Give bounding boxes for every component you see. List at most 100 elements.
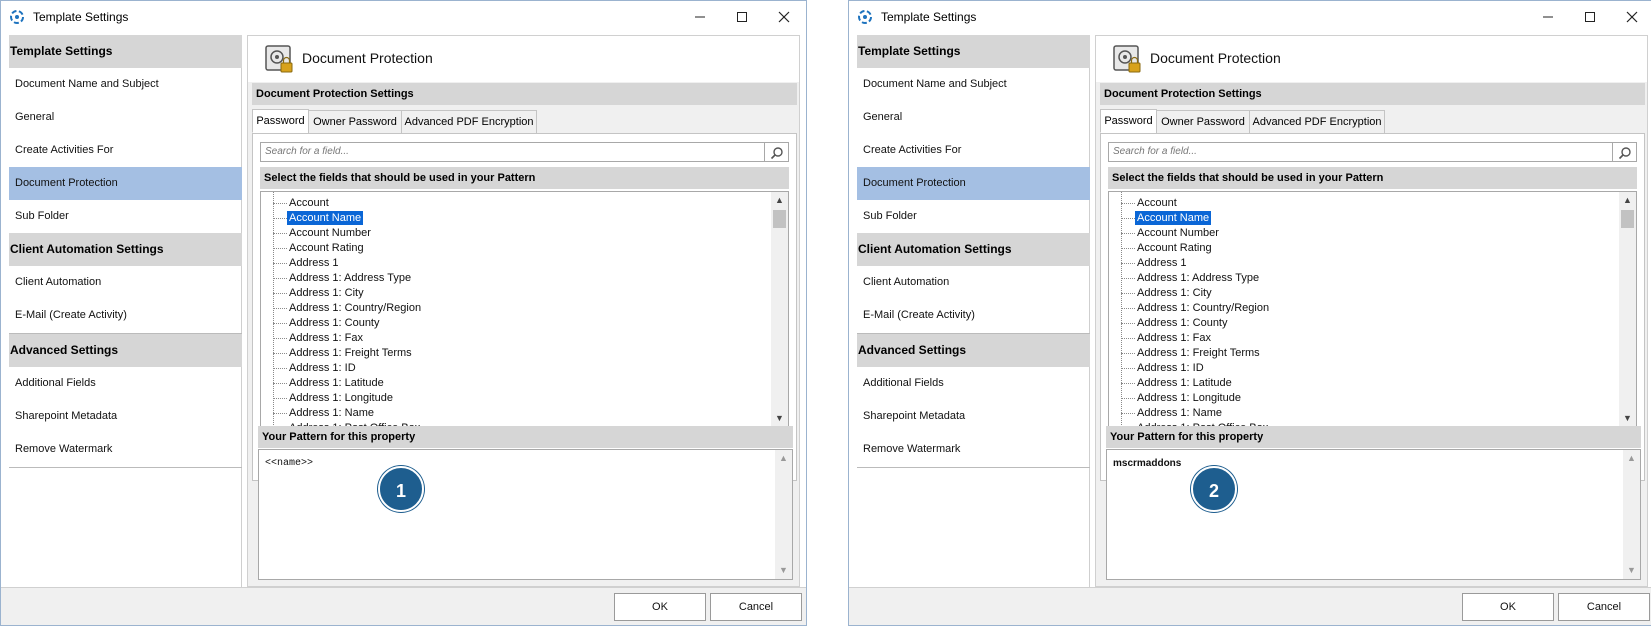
field-item[interactable]: Account Number [287,226,373,240]
ok-button[interactable]: OK [1462,593,1554,621]
field-item[interactable]: Address 1: Address Type [1135,271,1261,285]
field-item[interactable]: Address 1: ID [1135,361,1206,375]
field-item[interactable]: Address 1: City [287,286,366,300]
field-item[interactable]: Address 1: Freight Terms [287,346,414,360]
sidebar-item-sub-folder[interactable]: Sub Folder [9,200,242,233]
field-item[interactable]: Address 1: Name [1135,406,1224,420]
field-item[interactable]: Address 1 [1135,256,1189,270]
field-item[interactable]: Address 1: Longitude [287,391,395,405]
field-item[interactable]: Account Rating [1135,241,1214,255]
field-item[interactable]: Account Name [287,211,364,225]
field-item[interactable]: Address 1 [287,256,341,270]
tab-owner-password[interactable]: Owner Password [1156,110,1250,134]
field-list-scrollbar[interactable]: ▲ ▼ [771,192,788,427]
field-tree[interactable]: Account Account Name Account Number Account… [260,191,789,428]
field-item[interactable]: Address 1: County [1135,316,1230,330]
sidebar-item-create-activities-for[interactable]: Create Activities For [857,134,1090,167]
sidebar-item-create-activities-for[interactable]: Create Activities For [9,134,242,167]
search-input[interactable]: Search for a field... [1108,142,1613,162]
tab-advanced-pdf-encryption[interactable]: Advanced PDF Encryption [401,110,537,134]
sidebar-item-remove-watermark[interactable]: Remove Watermark [9,433,242,466]
search-input[interactable]: Search for a field... [260,142,765,162]
tab-password[interactable]: Password [1100,109,1157,133]
maximize-button[interactable] [1574,5,1606,29]
sidebar-item-document-protection[interactable]: Document Protection [9,167,242,200]
sidebar-item-client-automation[interactable]: Client Automation [857,266,1090,299]
step-badge: 1 [378,466,424,512]
scroll-thumb[interactable] [1621,210,1634,228]
sidebar-item-general[interactable]: General [857,101,1090,134]
tree-connector [1121,293,1135,294]
tab-owner-password[interactable]: Owner Password [308,110,402,134]
minimize-icon [1543,16,1553,18]
sidebar-item-sub-folder[interactable]: Sub Folder [857,200,1090,233]
safe-lock-icon [265,45,293,73]
tree-connector [1121,353,1135,354]
title-bar: Template Settings [849,1,1651,33]
pattern-scrollbar[interactable]: ▲ ▼ [1623,450,1640,579]
cancel-button[interactable]: Cancel [710,593,802,621]
tab-advanced-pdf-encryption[interactable]: Advanced PDF Encryption [1249,110,1385,134]
ok-button[interactable]: OK [614,593,706,621]
sidebar-item-document-protection[interactable]: Document Protection [857,167,1090,200]
scroll-down-icon[interactable]: ▼ [775,562,792,579]
pattern-textarea[interactable]: <<name>> ▲ ▼ [258,449,793,580]
window-title: Template Settings [33,10,129,24]
minimize-button[interactable] [1532,5,1564,29]
scroll-down-icon[interactable]: ▼ [771,410,788,427]
field-item[interactable]: Address 1: Latitude [1135,376,1234,390]
search-button[interactable] [1613,142,1637,162]
field-item[interactable]: Account Number [1135,226,1221,240]
pattern-scrollbar[interactable]: ▲ ▼ [775,450,792,579]
scroll-up-icon[interactable]: ▲ [1623,450,1640,467]
field-item[interactable]: Address 1: Name [287,406,376,420]
tab-password[interactable]: Password [252,109,309,133]
field-item[interactable]: Address 1: Freight Terms [1135,346,1262,360]
search-button[interactable] [765,142,789,162]
title-bar: Template Settings [1,1,806,33]
field-list-scrollbar[interactable]: ▲ ▼ [1619,192,1636,427]
scroll-up-icon[interactable]: ▲ [771,192,788,209]
pattern-textarea[interactable]: mscrmaddons ▲ ▼ [1106,449,1641,580]
field-item[interactable]: Account [287,196,331,210]
field-item[interactable]: Address 1: Address Type [287,271,413,285]
sidebar-section-client-automation-settings: Client Automation Settings [9,233,242,266]
field-item[interactable]: Address 1: City [1135,286,1214,300]
maximize-button[interactable] [726,5,758,29]
tree-connector [1121,413,1135,414]
minimize-button[interactable] [684,5,716,29]
field-item[interactable]: Address 1: County [287,316,382,330]
field-item[interactable]: Address 1: Country/Region [287,301,423,315]
scroll-down-icon[interactable]: ▼ [1619,410,1636,427]
tree-line [1121,192,1122,427]
scroll-up-icon[interactable]: ▲ [775,450,792,467]
cancel-button[interactable]: Cancel [1558,593,1650,621]
scroll-thumb[interactable] [773,210,786,228]
field-item[interactable]: Address 1: Fax [287,331,365,345]
sidebar-item-general[interactable]: General [9,101,242,134]
sidebar-item-document-name-and-subject[interactable]: Document Name and Subject [9,68,242,101]
sidebar-item-client-automation[interactable]: Client Automation [9,266,242,299]
sidebar-item-sharepoint-metadata[interactable]: Sharepoint Metadata [857,400,1090,433]
field-item[interactable]: Account [1135,196,1179,210]
field-item[interactable]: Address 1: Latitude [287,376,386,390]
sidebar-item-remove-watermark[interactable]: Remove Watermark [857,433,1090,466]
close-button[interactable] [1616,5,1648,29]
field-item[interactable]: Address 1: ID [287,361,358,375]
field-item[interactable]: Account Name [1135,211,1212,225]
sidebar-item-additional-fields[interactable]: Additional Fields [857,367,1090,400]
field-item[interactable]: Account Rating [287,241,366,255]
sidebar-item-additional-fields[interactable]: Additional Fields [9,367,242,400]
close-button[interactable] [768,5,800,29]
sidebar-item-email-create-activity[interactable]: E-Mail (Create Activity) [9,299,242,332]
sidebar-item-email-create-activity[interactable]: E-Mail (Create Activity) [857,299,1090,332]
field-item[interactable]: Address 1: Country/Region [1135,301,1271,315]
field-item[interactable]: Address 1: Longitude [1135,391,1243,405]
tree-line [273,192,274,427]
sidebar-item-document-name-and-subject[interactable]: Document Name and Subject [857,68,1090,101]
field-tree[interactable]: Account Account Name Account Number Account… [1108,191,1637,428]
sidebar-item-sharepoint-metadata[interactable]: Sharepoint Metadata [9,400,242,433]
scroll-down-icon[interactable]: ▼ [1623,562,1640,579]
scroll-up-icon[interactable]: ▲ [1619,192,1636,209]
field-item[interactable]: Address 1: Fax [1135,331,1213,345]
